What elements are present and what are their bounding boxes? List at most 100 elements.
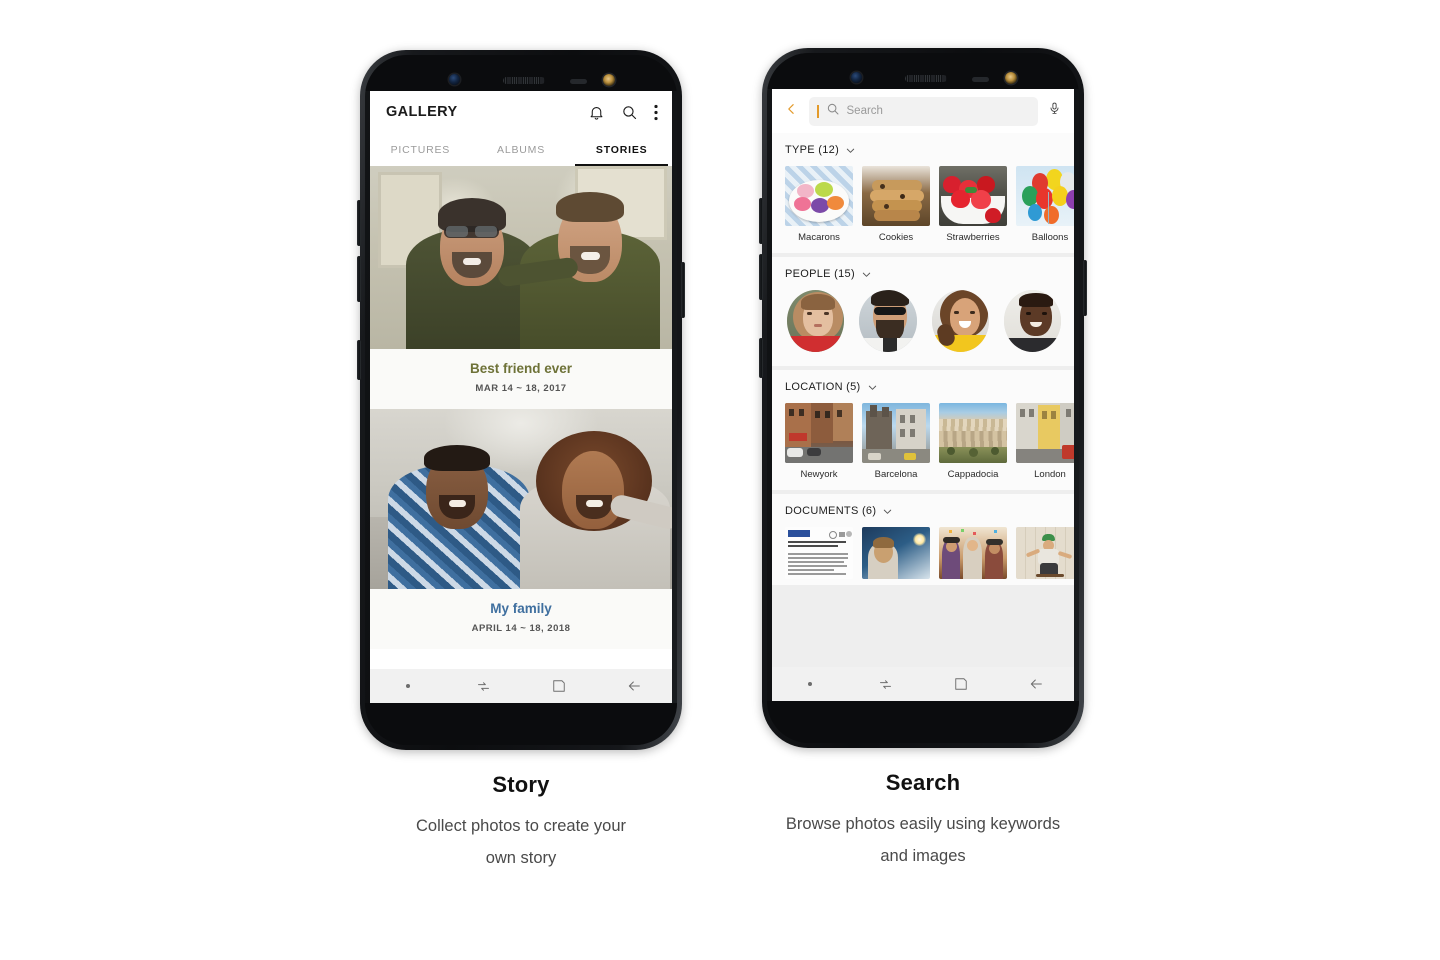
back-chevron-icon[interactable] (781, 99, 802, 124)
tile-list: Macarons Cookies Strawberries Balloons (785, 166, 1074, 243)
navbar-recents[interactable] (446, 679, 522, 694)
section-people: PEOPLE (15) (772, 257, 1074, 366)
story-date: MAR 14 ~ 18, 2017 (475, 382, 567, 394)
caption-title: Search (885, 770, 961, 795)
list-item[interactable] (862, 527, 930, 585)
caption-subtitle: Collect photos to create your own story (311, 810, 731, 874)
phone-bezel-story: GALLERY PICTURES ALBUMS STORIES Best fri… (365, 55, 677, 745)
avatar[interactable] (1003, 290, 1061, 352)
tile-label: Balloons (1031, 232, 1069, 243)
avatar[interactable] (859, 290, 917, 352)
avatar[interactable] (787, 290, 845, 352)
dot-icon (807, 682, 812, 686)
bixby-button[interactable] (759, 338, 763, 378)
iris-scanner-icon (603, 74, 615, 86)
section-type: TYPE (12) Macarons Cookies Strawberries … (772, 133, 1074, 253)
tile-list (785, 527, 1074, 585)
navbar-home[interactable] (521, 679, 597, 693)
thumbnail-doc-photo-boy (862, 527, 930, 579)
tab-stories[interactable]: STORIES (571, 133, 672, 166)
story-photo-my-family[interactable] (370, 408, 672, 589)
overflow-menu-icon[interactable] (654, 104, 658, 121)
phone-device-story: GALLERY PICTURES ALBUMS STORIES Best fri… (357, 50, 685, 750)
earpiece-speaker (905, 75, 947, 82)
bottom-bezel (365, 703, 677, 745)
navbar-home[interactable] (923, 677, 999, 691)
proximity-sensor (570, 79, 587, 84)
navbar-back[interactable] (597, 678, 673, 694)
text-caret (817, 104, 819, 118)
earpiece-speaker (503, 77, 545, 84)
volume-up-button[interactable] (759, 198, 763, 244)
story-title: Best friend ever (469, 361, 573, 376)
list-item[interactable]: Strawberries (939, 166, 1007, 243)
search-icon (826, 102, 840, 121)
section-header[interactable]: DOCUMENTS (6) (785, 505, 1061, 517)
volume-down-button[interactable] (357, 256, 361, 302)
story-caption-best-friend: Best friend ever MAR 14 ~ 18, 2017 (370, 349, 672, 409)
list-item[interactable] (939, 527, 1007, 585)
proximity-sensor (972, 77, 989, 82)
list-item[interactable]: Balloons (1016, 166, 1074, 243)
section-header[interactable]: PEOPLE (15) (785, 268, 1061, 280)
phone-device-search: Search TYPE (12) Macarons Cookies Strawb… (759, 48, 1087, 748)
header-actions (588, 104, 658, 121)
navbar-dot[interactable] (772, 682, 848, 686)
section-label: LOCATION (5) (785, 381, 861, 393)
avatar[interactable] (931, 290, 989, 352)
story-caption-my-family: My family APRIL 14 ~ 18, 2018 (370, 588, 672, 649)
list-item[interactable]: Cappadocia (939, 403, 1007, 480)
tile-label: Macarons (798, 232, 840, 243)
list-item[interactable]: Newyork (785, 403, 853, 480)
phone-bezel-search: Search TYPE (12) Macarons Cookies Strawb… (767, 53, 1079, 743)
tile-label: Barcelona (874, 469, 918, 480)
navbar-back[interactable] (999, 676, 1075, 692)
recents-icon (477, 681, 489, 691)
tile-list: Newyork Barcelona Cappadocia London (785, 403, 1074, 480)
bixby-button[interactable] (357, 340, 361, 380)
power-button[interactable] (1083, 260, 1087, 316)
navbar-recents[interactable] (848, 677, 924, 692)
navbar-dot[interactable] (370, 684, 446, 688)
list-item[interactable]: Cookies (862, 166, 930, 243)
list-item[interactable]: London (1016, 403, 1074, 480)
bell-icon[interactable] (588, 104, 605, 121)
section-label: DOCUMENTS (6) (785, 505, 877, 517)
caption-subtitle-line2: and images (880, 847, 966, 866)
section-header[interactable]: TYPE (12) (785, 144, 1061, 156)
list-item[interactable]: Macarons (785, 166, 853, 243)
caption-title: Story (492, 772, 550, 797)
tab-albums[interactable]: ALBUMS (471, 133, 572, 166)
section-documents: DOCUMENTS (6) (772, 494, 1074, 585)
story-photo-best-friend[interactable] (370, 166, 672, 349)
thumbnail-macarons (785, 166, 853, 226)
thumbnail-cappadocia (939, 403, 1007, 463)
tile-label: London (1034, 469, 1066, 480)
caption-subtitle-line1: Collect photos to create your (415, 817, 627, 835)
volume-up-button[interactable] (357, 200, 361, 246)
power-button[interactable] (681, 262, 685, 318)
search-results: TYPE (12) Macarons Cookies Strawberries … (772, 133, 1074, 667)
bottom-bezel (767, 701, 1079, 743)
android-navbar (370, 669, 672, 703)
list-item[interactable] (785, 527, 853, 585)
page-title: GALLERY (386, 104, 458, 120)
story-date: APRIL 14 ~ 18, 2018 (471, 622, 571, 634)
tile-label: Cappadocia (947, 469, 999, 480)
front-camera-icon (449, 74, 460, 85)
caption-story: Story Collect photos to create your own … (311, 772, 731, 874)
tab-pictures[interactable]: PICTURES (370, 133, 471, 166)
chevron-down-icon (846, 148, 855, 153)
list-item[interactable] (1016, 527, 1074, 585)
thumbnail-strawberries (939, 166, 1007, 226)
search-icon[interactable] (621, 104, 638, 121)
list-item[interactable]: Barcelona (862, 403, 930, 480)
chevron-down-icon (884, 509, 892, 514)
section-label: PEOPLE (15) (785, 268, 855, 280)
volume-down-button[interactable] (759, 254, 763, 300)
section-header[interactable]: LOCATION (5) (785, 381, 1061, 393)
thumbnail-newyork (785, 403, 853, 463)
thumbnail-doc-photo-party (939, 527, 1007, 579)
search-input[interactable]: Search (809, 96, 1038, 126)
microphone-icon[interactable] (1045, 98, 1064, 124)
